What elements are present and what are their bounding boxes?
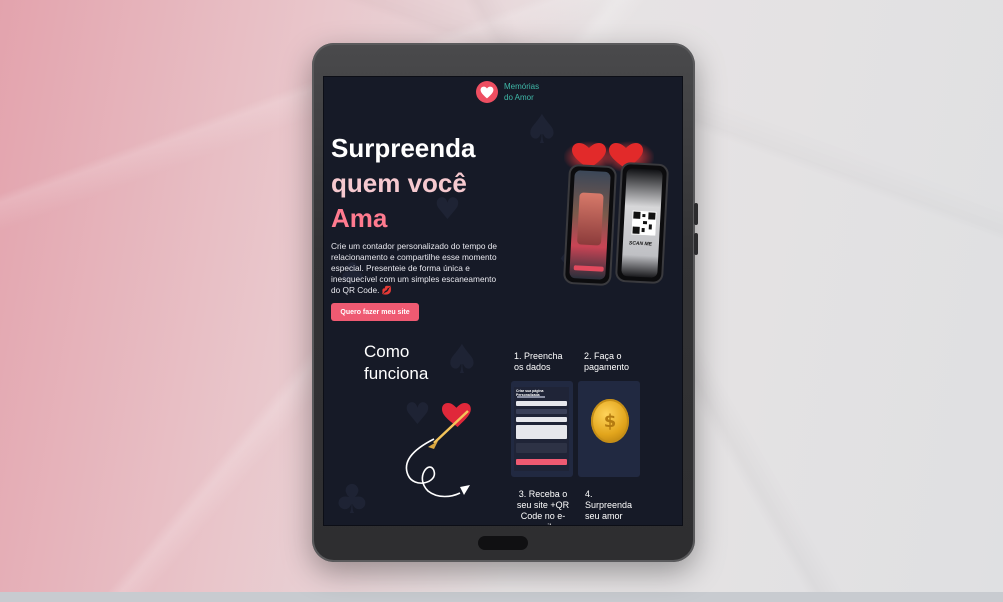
how-title-line1: Como <box>364 342 410 361</box>
bottom-strip <box>0 592 1003 602</box>
step-1-card[interactable]: Criar sua página Personalizada <box>511 381 573 477</box>
how-it-works-title: Como funciona <box>364 341 428 385</box>
logo-text: Memórias do Amor <box>504 82 540 102</box>
couple-photo <box>576 192 604 246</box>
tablet-volume-button <box>694 233 698 255</box>
coin-icon: $ <box>591 399 629 443</box>
hero-title: Surpreenda quem você Ama <box>331 131 476 236</box>
spade-deco-icon: ♠ <box>524 107 560 153</box>
phone-qr-mockup: SCAN ME <box>614 161 670 285</box>
qr-code-icon <box>631 210 657 236</box>
step-2-card[interactable]: $ <box>578 381 640 477</box>
tablet-device: ♠ ♥ ♦ ♣ ♠ ♥ ♣ Memórias do Amor Surpreend… <box>312 43 698 562</box>
scan-me-label: SCAN ME <box>628 240 653 248</box>
heart-icon <box>476 81 498 103</box>
step-4-label: 4. Surpreenda seu amor <box>585 489 633 521</box>
spade-deco-icon: ♠ <box>444 337 480 383</box>
tablet-volume-button <box>694 203 698 225</box>
heart-arrow-illustration <box>405 403 471 498</box>
hero-title-line2: quem você <box>331 168 467 198</box>
form-preview: Criar sua página Personalizada <box>514 387 569 471</box>
club-deco-icon: ♣ <box>334 477 370 523</box>
tablet-home-button[interactable] <box>478 536 528 550</box>
step-1-label: 1. Preencha os dados <box>514 351 563 372</box>
hero-title-line3: Ama <box>331 203 388 233</box>
phone-photo-mockup <box>562 163 618 287</box>
how-title-line2: funciona <box>364 364 429 383</box>
step-2-label: 2. Faça o pagamento <box>584 351 630 372</box>
website-screen[interactable]: ♠ ♥ ♦ ♣ ♠ ♥ ♣ Memórias do Amor Surpreend… <box>323 76 683 526</box>
site-logo[interactable]: Memórias do Amor <box>476 81 544 103</box>
cta-button[interactable]: Quero fazer meu site <box>331 303 419 321</box>
step-3-label: 3. Receba o seu site +QR Code no e-mail <box>516 489 570 525</box>
phone-button <box>573 265 604 272</box>
hero-description: Crie um contador personalizado do tempo … <box>331 241 498 295</box>
hero-title-line1: Surpreenda <box>331 133 476 163</box>
